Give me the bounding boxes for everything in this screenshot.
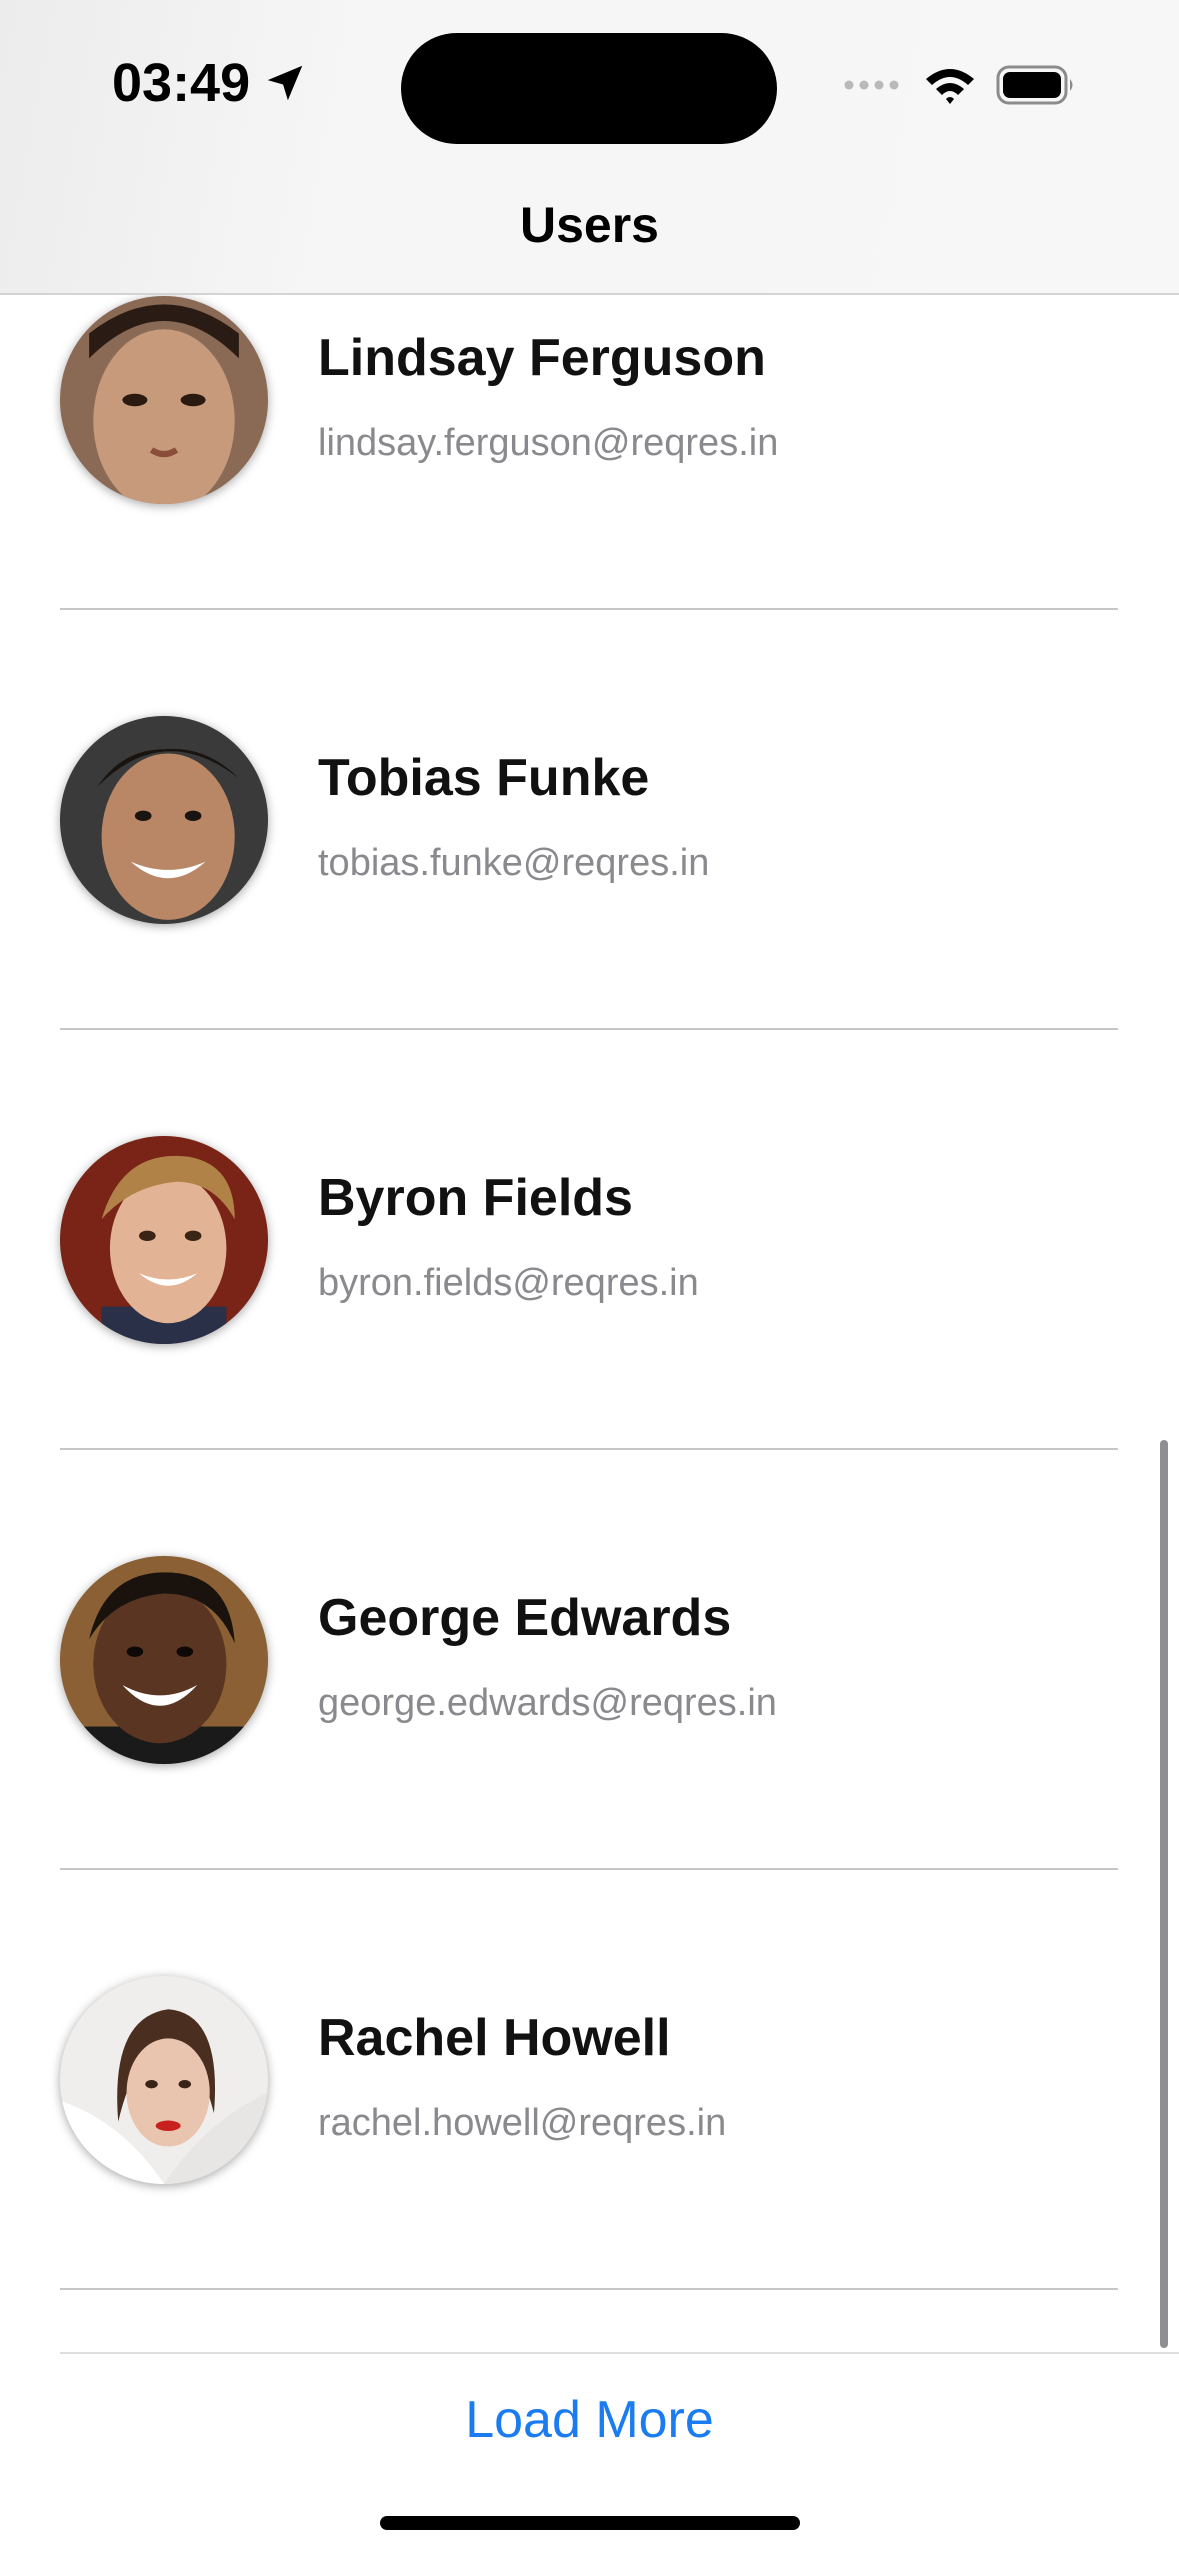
battery-icon	[996, 65, 1073, 105]
user-name: Byron Fields	[318, 1169, 633, 1227]
avatar-image	[60, 1556, 268, 1764]
list-item[interactable]: Rachel Howell rachel.howell@reqres.in	[0, 1870, 1179, 2290]
user-name: Tobias Funke	[318, 749, 650, 807]
row-divider	[60, 2288, 1118, 2290]
avatar	[60, 1976, 268, 2184]
avatar	[60, 1556, 268, 1764]
user-name: Rachel Howell	[318, 2009, 671, 2067]
user-email: lindsay.ferguson@reqres.in	[318, 422, 779, 464]
avatar-image	[60, 716, 268, 924]
user-name: George Edwards	[318, 1589, 732, 1647]
avatar-image	[60, 1976, 268, 2184]
navigation-bar: 03:49 Users	[0, 0, 1179, 295]
wifi-icon	[926, 69, 974, 104]
user-email: tobias.funke@reqres.in	[318, 842, 710, 884]
avatar	[60, 716, 268, 924]
user-email: rachel.howell@reqres.in	[318, 2102, 727, 2144]
dynamic-island	[401, 33, 777, 144]
home-indicator[interactable]	[380, 2516, 800, 2530]
page-title: Users	[520, 197, 659, 253]
avatar	[60, 296, 268, 504]
status-icons	[844, 64, 1076, 106]
list-item[interactable]: George Edwards george.edwards@reqres.in	[0, 1450, 1179, 1870]
list-item[interactable]: Byron Fields byron.fields@reqres.in	[0, 1030, 1179, 1450]
user-list[interactable]: Lindsay Ferguson lindsay.ferguson@reqres…	[0, 0, 1179, 2352]
user-email: byron.fields@reqres.in	[318, 1262, 699, 1304]
cellular-signal-icon	[844, 80, 899, 90]
footer-divider	[60, 2352, 1179, 2354]
user-email: george.edwards@reqres.in	[318, 1682, 777, 1724]
scrollbar[interactable]	[1160, 1440, 1168, 2348]
list-item[interactable]: Tobias Funke tobias.funke@reqres.in	[0, 610, 1179, 1030]
avatar-image	[60, 296, 268, 504]
avatar	[60, 1136, 268, 1344]
status-time-group: 03:49	[112, 52, 308, 114]
user-name: Lindsay Ferguson	[318, 329, 766, 387]
status-time: 03:49	[112, 53, 251, 113]
load-more-button[interactable]: Load More	[0, 2380, 1179, 2460]
avatar-image	[60, 1136, 268, 1344]
location-arrow-icon	[267, 65, 303, 101]
app-screen: Lindsay Ferguson lindsay.ferguson@reqres…	[0, 0, 1179, 2556]
